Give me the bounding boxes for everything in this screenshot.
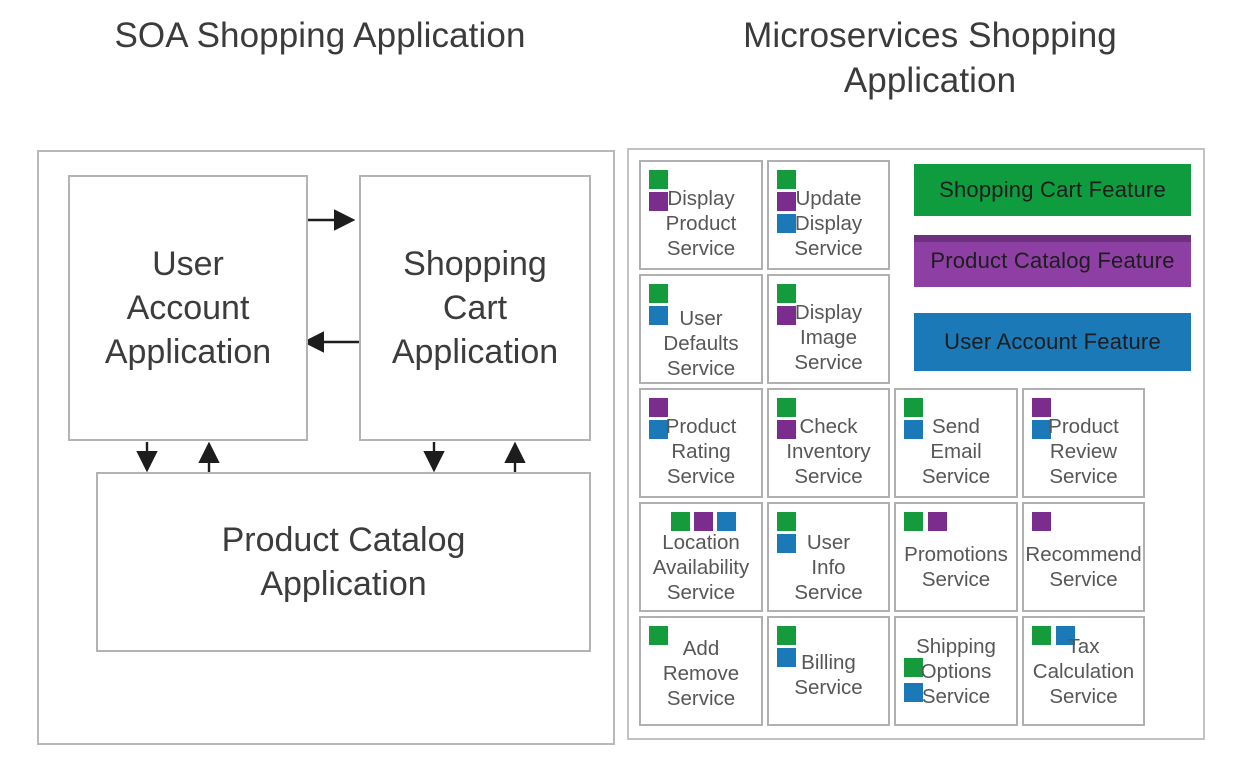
service-card-display-image-service[interactable]: Display Image Service	[767, 274, 890, 384]
soa-box-shopping-cart-application[interactable]: Shopping Cart Application	[359, 175, 591, 441]
purple-chip-icon	[928, 512, 947, 531]
service-card-label: Location Availability Service	[652, 531, 750, 605]
service-card-label: Check Inventory Service	[786, 415, 871, 489]
service-card-update-display-service[interactable]: Update Display Service	[767, 160, 890, 270]
service-card-product-rating-service[interactable]: Product Rating Service	[639, 388, 763, 498]
service-card-user-defaults-service[interactable]: User Defaults Service	[639, 274, 763, 384]
service-card-shipping-options-service[interactable]: Shipping Options Service	[894, 616, 1018, 726]
service-card-display-product-service[interactable]: Display Product Service	[639, 160, 763, 270]
service-card-billing-service[interactable]: Billing Service	[767, 616, 890, 726]
service-card-recommend-service[interactable]: Recommend Service	[1022, 502, 1145, 612]
green-chip-icon	[777, 626, 796, 645]
feature-bar-user-account-feature[interactable]: User Account Feature	[914, 313, 1191, 371]
soa-box-label: Shopping Cart Application	[391, 244, 559, 372]
service-card-label: Display Image Service	[794, 301, 863, 375]
soa-box-user-account-application[interactable]: User Account Application	[68, 175, 308, 441]
feature-bar-label: Shopping Cart Feature	[939, 177, 1166, 202]
soa-box-label: Product Catalog Application	[221, 520, 466, 603]
blue-chip-icon	[717, 512, 736, 531]
feature-bar-label: Product Catalog Feature	[930, 248, 1175, 273]
service-card-label: Update Display Service	[794, 187, 863, 261]
service-card-label: Shipping Options Service	[916, 635, 996, 709]
soa-box-label: User Account Application	[104, 244, 272, 372]
microservices-application-diagram: Shopping Cart Feature Product Catalog Fea…	[627, 148, 1205, 740]
microservices-panel-title: Microservices Shopping Application	[743, 16, 1117, 100]
green-chip-icon	[904, 512, 923, 531]
soa-panel-title: SOA Shopping Application	[114, 16, 526, 55]
service-card-add-remove-service[interactable]: Add Remove Service	[639, 616, 763, 726]
feature-bar-shopping-cart-feature[interactable]: Shopping Cart Feature	[914, 164, 1191, 216]
service-card-label: User Info Service	[794, 531, 863, 605]
service-card-label: Billing Service	[794, 651, 863, 700]
service-card-send-email-service[interactable]: Send Email Service	[894, 388, 1018, 498]
service-card-label: Display Product Service	[665, 187, 737, 261]
purple-chip-icon	[694, 512, 713, 531]
service-card-tax-calculation-service[interactable]: Tax Calculation Service	[1022, 616, 1145, 726]
feature-bar-label: User Account Feature	[944, 329, 1161, 354]
service-card-label: Recommend Service	[1025, 543, 1142, 592]
soa-box-product-catalog-application[interactable]: Product Catalog Application	[96, 472, 591, 652]
service-card-location-availability-service[interactable]: Location Availability Service	[639, 502, 763, 612]
service-card-check-inventory-service[interactable]: Check Inventory Service	[767, 388, 890, 498]
service-card-label: Product Review Service	[1048, 415, 1119, 489]
service-card-label: Tax Calculation Service	[1032, 635, 1135, 709]
service-card-label: User Defaults Service	[663, 307, 739, 381]
service-card-product-review-service[interactable]: Product Review Service	[1022, 388, 1145, 498]
service-card-label: Add Remove Service	[662, 637, 740, 711]
green-chip-icon	[649, 284, 668, 303]
green-chip-icon	[671, 512, 690, 531]
purple-chip-icon	[1032, 512, 1051, 531]
feature-bar-product-catalog-feature[interactable]: Product Catalog Feature	[914, 235, 1191, 287]
service-card-label: Product Rating Service	[665, 415, 737, 489]
service-card-label: Send Email Service	[921, 415, 991, 489]
service-card-label: Promotions Service	[904, 543, 1008, 592]
green-chip-icon	[777, 512, 796, 531]
service-card-user-info-service[interactable]: User Info Service	[767, 502, 890, 612]
soa-application-diagram: User Account Application Shopping Cart A…	[37, 150, 615, 745]
service-card-promotions-service[interactable]: Promotions Service	[894, 502, 1018, 612]
